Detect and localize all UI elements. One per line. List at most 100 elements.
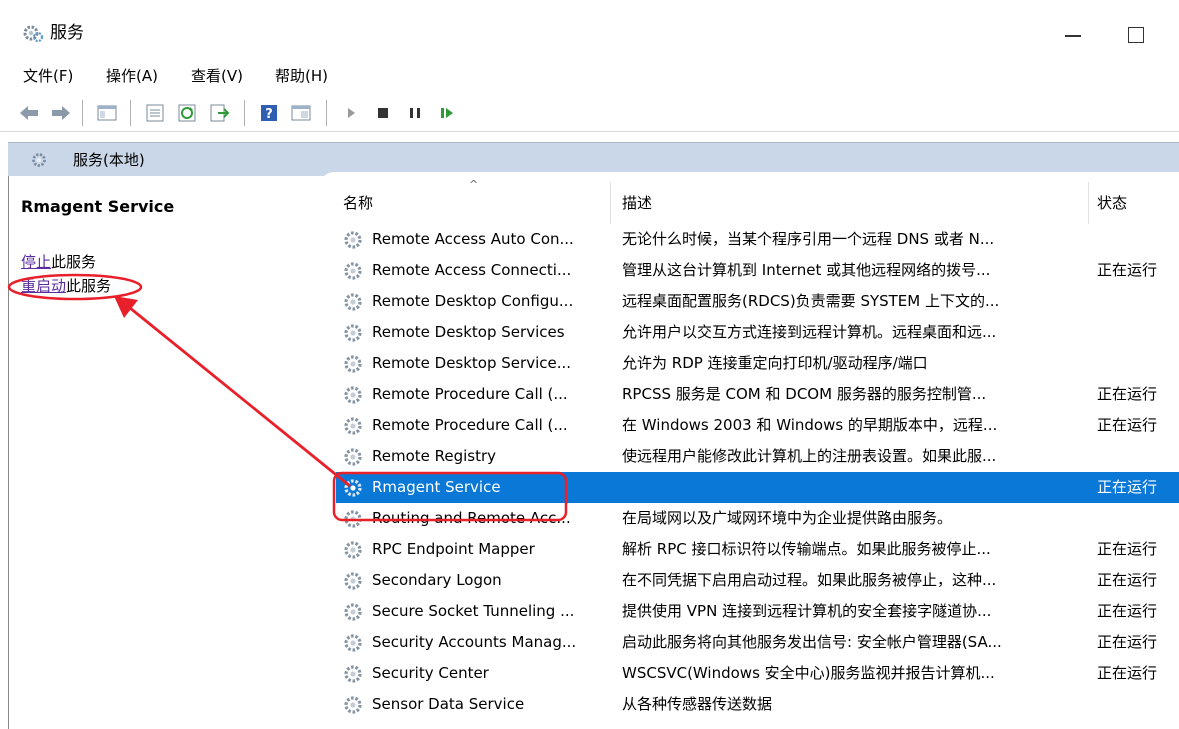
toolbar-separator (82, 100, 83, 126)
service-name: Rmagent Service (372, 478, 501, 496)
service-name: Remote Desktop Configu... (372, 292, 574, 310)
service-name: Secondary Logon (372, 571, 502, 589)
service-description: 远程桌面配置服务(RDCS)负责需要 SYSTEM 上下文的... (622, 292, 1000, 310)
window-title: 服务 (50, 23, 84, 43)
service-description: 提供使用 VPN 连接到远程计算机的安全套接字隧道协... (622, 602, 992, 620)
export-list-icon[interactable] (208, 102, 230, 124)
menu-action[interactable]: 操作(A) (106, 66, 158, 86)
table-row[interactable]: Remote Access Auto Con... 无论什么时候，当某个程序引用一… (336, 224, 1179, 255)
service-description: 允许用户以交互方式连接到远程计算机。远程桌面和远... (622, 323, 997, 341)
start-service-icon[interactable] (340, 102, 362, 124)
service-name: Remote Access Auto Con... (372, 230, 574, 248)
service-status: 正在运行 (1097, 602, 1158, 620)
view-icon[interactable] (290, 102, 312, 124)
table-row[interactable]: Routing and Remote Acc... 在局域网以及广域网环境中为企业… (336, 503, 1179, 534)
sort-ascending-icon: ^ (469, 178, 479, 191)
back-arrow-icon[interactable] (18, 102, 40, 124)
toolbar-separator (244, 100, 245, 126)
table-row[interactable]: Security Accounts Manag... 启动此服务将向其他服务发出信… (336, 627, 1179, 658)
service-name: Remote Procedure Call (... (372, 385, 568, 403)
services-gear-icon (32, 153, 46, 167)
stop-service-icon[interactable] (372, 102, 394, 124)
service-description: 启动此服务将向其他服务发出信号: 安全帐户管理器(SA... (622, 633, 1002, 651)
table-row[interactable]: Remote Procedure Call (... RPCSS 服务是 COM … (336, 379, 1179, 410)
table-row[interactable]: Secure Socket Tunneling ... 提供使用 VPN 连接到远… (336, 596, 1179, 627)
service-name: Security Center (372, 664, 489, 682)
table-row[interactable]: Remote Procedure Call (... 在 Windows 2003… (336, 410, 1179, 441)
stop-service-action: 停止此服务 (21, 252, 96, 272)
service-description: 在局域网以及广域网环境中为企业提供路由服务。 (622, 509, 953, 527)
gear-icon (344, 541, 362, 559)
column-separator[interactable] (610, 182, 611, 224)
service-description: RPCSS 服务是 COM 和 DCOM 服务器的服务控制管... (622, 385, 987, 403)
forward-arrow-icon[interactable] (50, 102, 72, 124)
service-status: 正在运行 (1097, 478, 1158, 496)
service-status: 正在运行 (1097, 385, 1158, 403)
table-row[interactable]: Remote Access Connecti... 管理从这台计算机到 Inter… (336, 255, 1179, 286)
maximize-button[interactable] (1120, 18, 1150, 48)
gear-icon (344, 479, 362, 497)
table-row[interactable]: Rmagent Service 正在运行 (336, 472, 1179, 503)
help-icon[interactable]: ? (258, 102, 280, 124)
console-tree-icon[interactable] (96, 102, 118, 124)
gear-icon (344, 417, 362, 435)
gear-icon (344, 603, 362, 621)
service-status: 正在运行 (1097, 664, 1158, 682)
gear-icon (344, 448, 362, 466)
column-header-description[interactable]: 描述 (622, 193, 652, 213)
service-name: Remote Registry (372, 447, 497, 465)
table-row[interactable]: Remote Registry 使远程用户能修改此计算机上的注册表设置。如果此服.… (336, 441, 1179, 472)
service-description: 从各种传感器传送数据 (622, 695, 773, 713)
service-name: RPC Endpoint Mapper (372, 540, 535, 558)
service-name: Security Accounts Manag... (372, 633, 577, 651)
service-description: 允许为 RDP 连接重定向打印机/驱动程序/端口 (622, 354, 928, 372)
services-gear-icon (23, 25, 44, 43)
column-header-status[interactable]: 状态 (1097, 193, 1127, 213)
pause-service-icon[interactable] (404, 102, 426, 124)
toolbar-separator (130, 100, 131, 126)
gear-icon (344, 696, 362, 714)
service-name: Secure Socket Tunneling ... (372, 602, 575, 620)
service-status: 正在运行 (1097, 540, 1158, 558)
gear-icon (344, 231, 362, 249)
service-description: 解析 RPC 接口标识符以传输端点。如果此服务被停止... (622, 540, 991, 558)
resume-service-icon[interactable] (436, 102, 458, 124)
service-name: Remote Desktop Service... (372, 354, 572, 372)
refresh-icon[interactable] (176, 102, 198, 124)
gear-icon (344, 355, 362, 373)
column-separator[interactable] (1088, 182, 1089, 224)
service-name: Routing and Remote Acc... (372, 509, 571, 527)
selected-service-title: Rmagent Service (21, 197, 175, 216)
toolbar: ? (0, 92, 1179, 132)
stop-service-suffix: 此服务 (51, 253, 97, 271)
properties-icon[interactable] (144, 102, 166, 124)
service-description: 在 Windows 2003 和 Windows 的早期版本中，远程... (622, 416, 998, 434)
gear-icon (344, 634, 362, 652)
table-row[interactable]: RPC Endpoint Mapper 解析 RPC 接口标识符以传输端点。如果此… (336, 534, 1179, 565)
service-description: 使远程用户能修改此计算机上的注册表设置。如果此服... (622, 447, 997, 465)
table-row[interactable]: Secondary Logon 在不同凭据下启用启动过程。如果此服务被停止，这种.… (336, 565, 1179, 596)
menu-view[interactable]: 查看(V) (191, 66, 243, 86)
title-bar: 服务 (0, 0, 1179, 58)
menu-bar: 文件(F) 操作(A) 查看(V) 帮助(H) (0, 58, 1179, 92)
pane-header: 服务(本地) (8, 142, 1179, 176)
stop-service-link[interactable]: 停止 (21, 253, 51, 271)
gear-icon (344, 665, 362, 683)
menu-help[interactable]: 帮助(H) (275, 66, 328, 86)
minimize-button[interactable] (1058, 18, 1088, 48)
service-description: 无论什么时候，当某个程序引用一个远程 DNS 或者 N... (622, 230, 995, 248)
pane-header-title: 服务(本地) (73, 151, 145, 169)
restart-service-link[interactable]: 重启动 (21, 277, 66, 295)
gear-icon (344, 293, 362, 311)
table-row[interactable]: Security Center WSCSVC(Windows 安全中心)服务监视并… (336, 658, 1179, 689)
service-name: Remote Desktop Services (372, 323, 565, 341)
table-row[interactable]: Sensor Data Service 从各种传感器传送数据 (336, 689, 1179, 720)
gear-icon (344, 324, 362, 342)
menu-file[interactable]: 文件(F) (23, 66, 73, 86)
table-row[interactable]: Remote Desktop Services 允许用户以交互方式连接到远程计算机… (336, 317, 1179, 348)
table-row[interactable]: Remote Desktop Service... 允许为 RDP 连接重定向打印… (336, 348, 1179, 379)
column-header-name[interactable]: 名称 (343, 193, 373, 213)
service-status: 正在运行 (1097, 416, 1158, 434)
table-row[interactable]: Remote Desktop Configu... 远程桌面配置服务(RDCS)负… (336, 286, 1179, 317)
gear-icon (344, 386, 362, 404)
